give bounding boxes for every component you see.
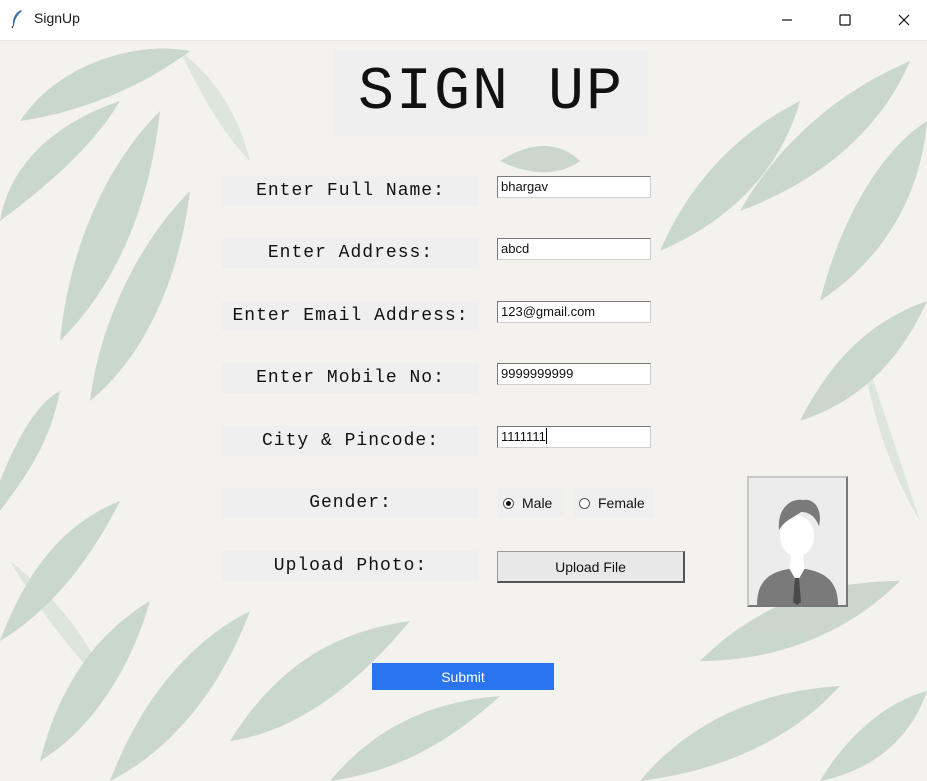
city-pincode-value: 1111111	[501, 429, 546, 444]
maximize-button[interactable]	[822, 0, 868, 40]
close-button[interactable]	[881, 0, 927, 40]
avatar-placeholder-icon	[749, 478, 846, 605]
gender-label: Gender:	[222, 488, 479, 518]
gender-male-label: Male	[522, 495, 553, 511]
submit-button[interactable]: Submit	[372, 663, 554, 690]
minimize-icon	[782, 19, 792, 21]
radio-unselected-indicator	[579, 497, 590, 509]
page-title: SIGN UP	[334, 50, 648, 136]
city-pincode-label: City & Pincode:	[222, 426, 479, 456]
email-label: Enter Email Address:	[222, 301, 479, 331]
radio-selected-indicator	[503, 497, 514, 509]
address-input[interactable]: abcd	[497, 238, 651, 260]
address-label: Enter Address:	[222, 238, 479, 268]
gender-female-label: Female	[598, 495, 645, 511]
text-caret	[545, 428, 547, 444]
minimize-button[interactable]	[764, 0, 810, 40]
signup-window: SignUp SIGN UP Enter Full Name: bhargav …	[0, 0, 927, 781]
form-area: SIGN UP Enter Full Name: bhargav Enter A…	[0, 41, 927, 781]
feather-icon	[11, 10, 22, 29]
full-name-input[interactable]: bhargav	[497, 176, 651, 198]
mobile-input[interactable]: 9999999999	[497, 363, 651, 385]
title-bar: SignUp	[0, 0, 927, 41]
maximize-icon	[839, 14, 851, 26]
gender-male-radio[interactable]: Male	[497, 488, 564, 518]
city-pincode-input[interactable]: 1111111	[497, 426, 651, 448]
full-name-label: Enter Full Name:	[222, 176, 479, 206]
upload-photo-label: Upload Photo:	[222, 551, 479, 581]
gender-female-radio[interactable]: Female	[573, 488, 654, 518]
close-icon	[898, 14, 910, 26]
upload-file-button[interactable]: Upload File	[497, 551, 685, 583]
profile-photo-preview	[747, 476, 848, 607]
window-title: SignUp	[34, 10, 80, 26]
email-input[interactable]: 123@gmail.com	[497, 301, 651, 323]
mobile-label: Enter Mobile No:	[222, 363, 479, 393]
